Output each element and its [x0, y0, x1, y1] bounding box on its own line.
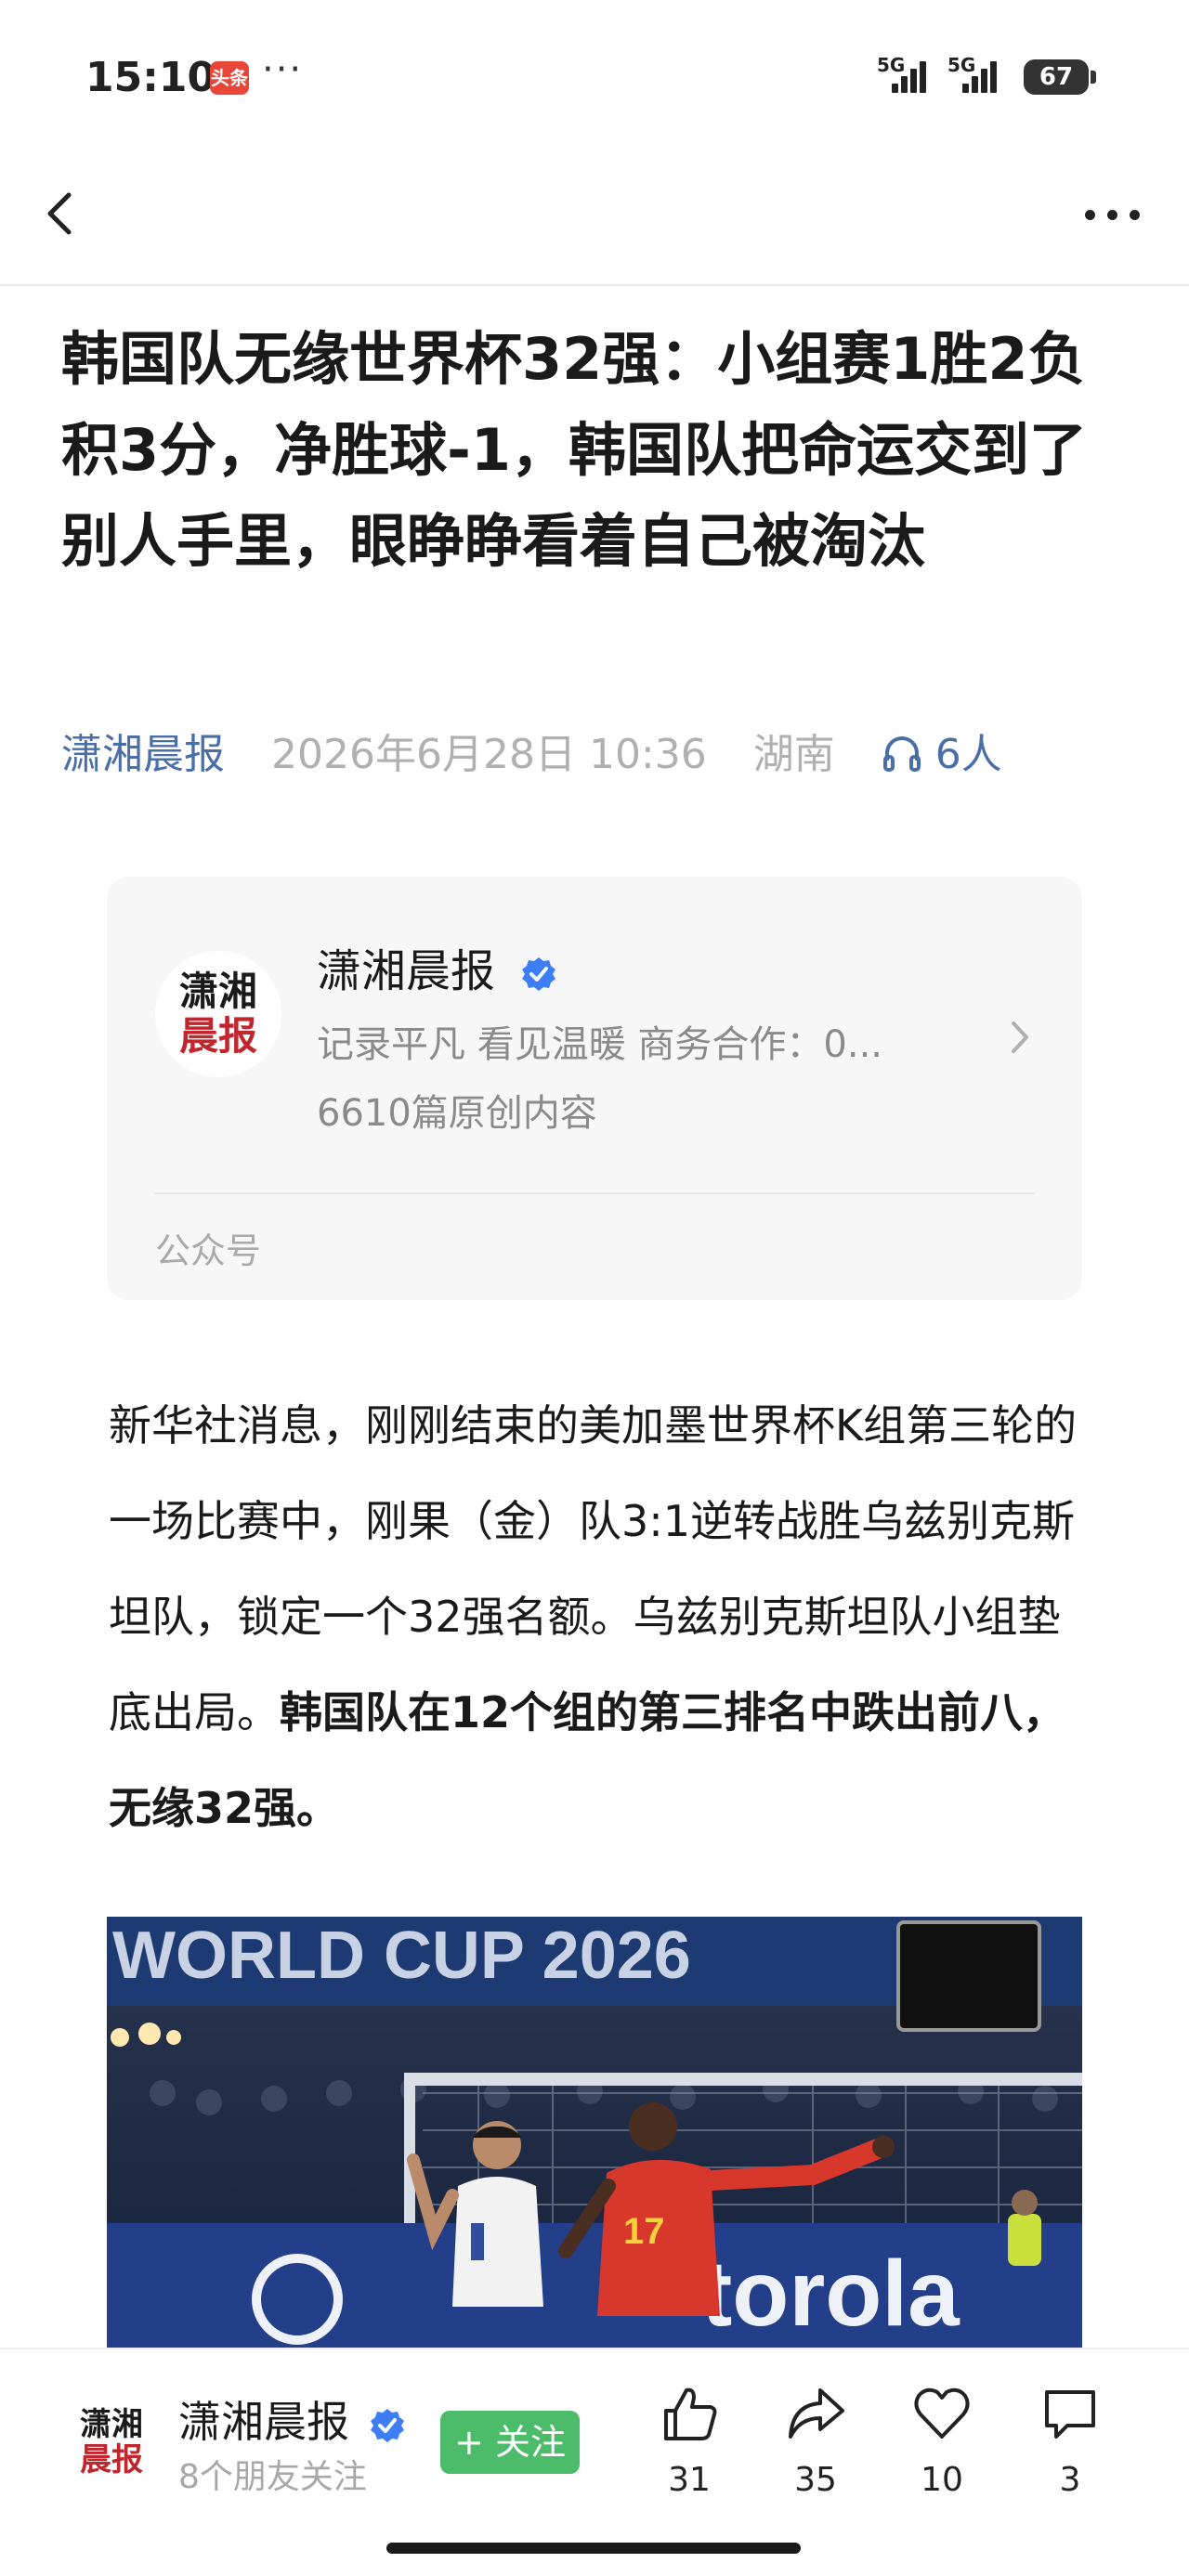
- favorite-count: 10: [921, 2461, 963, 2499]
- status-more-icon: ···: [262, 48, 304, 91]
- comment-count: 3: [1059, 2461, 1081, 2499]
- original-count: 6610篇原创内容: [317, 1092, 597, 1135]
- photo-ad-text: torola: [701, 2242, 960, 2346]
- bottom-action-bar: 潇湘 晨报 潇湘晨报 8个朋友关注 + 关注 31 35 10 3: [0, 2348, 1189, 2576]
- jersey-number: 17: [623, 2211, 665, 2252]
- football-match-photo: WORLD CUP 2026 torola 17: [107, 1917, 1082, 2348]
- status-bar: 15:10 头条 ··· 5G 5G 67: [0, 0, 1189, 149]
- article-body: 新华社消息，刚刚结束的美加墨世界杯K组第三轮的一场比赛中，刚果（金）队3:1逆转…: [109, 1378, 1090, 1856]
- verified-badge-icon: [522, 957, 556, 991]
- home-indicator[interactable]: [386, 2543, 801, 2554]
- article-meta: 潇湘晨报 2026年6月28日 10:36 湖南 6人: [61, 721, 1002, 780]
- thumbs-up-icon: [664, 2387, 717, 2440]
- more-options-button[interactable]: [1078, 186, 1152, 241]
- comment-button[interactable]: 3: [1024, 2383, 1117, 2499]
- source-link[interactable]: 潇湘晨报: [61, 731, 225, 778]
- battery-tip: [1091, 71, 1096, 84]
- back-button[interactable]: [37, 186, 93, 241]
- favorite-button[interactable]: 10: [895, 2383, 988, 2499]
- signal-icon-1: 5G: [877, 54, 936, 95]
- follow-button[interactable]: + 关注: [440, 2411, 580, 2474]
- status-time: 15:10: [85, 54, 216, 101]
- friends-following: 8个朋友关注: [178, 2458, 367, 2496]
- like-count: 31: [668, 2461, 711, 2499]
- chevron-left-icon: [47, 192, 72, 235]
- account-type: 公众号: [155, 1230, 262, 1271]
- battery-icon: 67: [1024, 59, 1089, 95]
- account-description: 记录平凡 看见温暖 商务合作：0...: [317, 1023, 883, 1066]
- photo-banner-text: WORLD CUP 2026: [112, 1919, 691, 1993]
- listen-button[interactable]: 6人: [882, 731, 1002, 778]
- listener-count: 6人: [934, 731, 1002, 778]
- signal-icon-2: 5G: [947, 54, 1007, 95]
- toutiao-app-icon: 头条: [210, 61, 249, 95]
- publish-datetime: 2026年6月28日 10:36: [271, 731, 707, 778]
- account-name: 潇湘晨报: [317, 934, 557, 999]
- share-count: 35: [794, 2461, 837, 2499]
- publish-location: 湖南: [752, 731, 835, 778]
- card-divider: [155, 1192, 1034, 1194]
- bottom-account-name[interactable]: 潇湘晨报: [178, 2388, 406, 2450]
- nav-bar: [0, 149, 1189, 286]
- account-logo: 潇湘 晨报: [155, 951, 281, 1077]
- article-photo[interactable]: WORLD CUP 2026 torola 17: [107, 1917, 1082, 2348]
- chevron-right-icon: [1012, 1021, 1028, 1053]
- heart-icon: [914, 2387, 970, 2439]
- headphones-icon: [882, 736, 921, 772]
- account-card[interactable]: 潇湘 晨报 潇湘晨报 记录平凡 看见温暖 商务合作：0... 6610篇原创内容…: [107, 877, 1082, 1300]
- share-icon: [789, 2388, 844, 2439]
- share-button[interactable]: 35: [769, 2383, 862, 2499]
- bottom-account-logo[interactable]: 潇湘 晨报: [65, 2407, 158, 2478]
- article-title: 韩国队无缘世界杯32强：小组赛1胜2负积3分，净胜球-1，韩国队把命运交到了别人…: [61, 325, 1088, 575]
- verified-badge-icon: [370, 2408, 404, 2442]
- comment-icon: [1045, 2390, 1095, 2439]
- like-button[interactable]: 31: [643, 2383, 736, 2499]
